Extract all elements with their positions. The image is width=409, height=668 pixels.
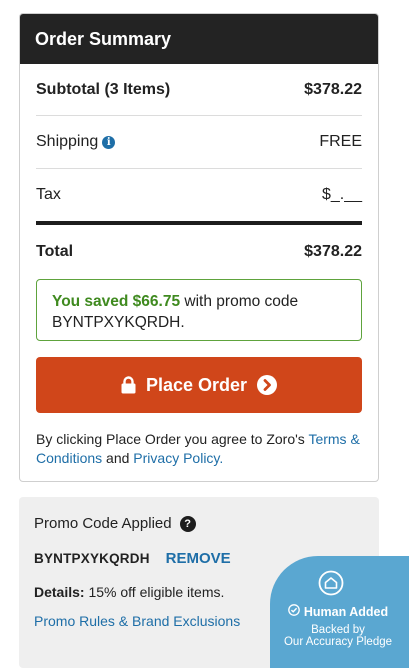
total-label: Total [36,243,74,260]
checkout-page: Order Summary Subtotal (3 Items) $378.22… [0,0,409,668]
privacy-link[interactable]: Privacy Policy. [133,450,223,466]
check-circle-icon [288,604,300,619]
promo-details-label: Details: [34,584,85,600]
shipping-value: FREE [319,133,362,150]
place-order-button[interactable]: Place Order [36,357,362,413]
tax-label: Tax [36,186,61,203]
promo-title: Promo Code Applied ? [34,515,364,532]
human-added-badge[interactable]: Human Added Backed by Our Accuracy Pledg… [270,556,409,668]
subtotal-label: Subtotal (3 Items) [36,80,171,98]
savings-notice: You saved $66.75 with promo code BYNTPXY… [36,279,362,341]
info-icon[interactable]: i [102,135,116,149]
shipping-row: Shipping i FREE [36,116,362,169]
promo-code: BYNTPXYKQRDH [34,551,150,566]
order-summary-header: Order Summary [20,14,378,64]
shipping-label-group: Shipping i [36,133,116,151]
chevron-circle-right-icon [257,375,278,395]
promo-title-text: Promo Code Applied [34,515,172,532]
subtotal-value: $378.22 [304,80,362,98]
badge-title-text: Human Added [303,604,389,619]
lock-icon [121,376,136,394]
house-icon [318,570,344,596]
agreement-prefix: By clicking Place Order you agree to Zor… [36,431,309,447]
promo-rules-link[interactable]: Promo Rules & Brand Exclusions [34,613,240,629]
tax-value: $_.__ [321,186,362,203]
tax-row: Tax $_.__ [36,169,362,221]
promo-details-text: 15% off eligible items. [84,584,225,600]
order-summary-card: Order Summary Subtotal (3 Items) $378.22… [19,13,379,482]
badge-title: Human Added [256,604,409,619]
badge-sub-line1: Backed by [311,624,365,636]
agreement-and: and [102,450,134,466]
order-summary-body: Subtotal (3 Items) $378.22 Shipping i FR… [20,64,378,468]
savings-amount: You saved $66.75 [52,293,181,310]
badge-subtitle: Backed by Our Accuracy Pledge [256,624,409,648]
subtotal-row: Subtotal (3 Items) $378.22 [36,64,362,116]
help-icon[interactable]: ? [179,515,196,532]
total-row: Total $378.22 [36,225,362,279]
badge-sub-line2: Our Accuracy Pledge [283,636,393,648]
remove-promo-button[interactable]: REMOVE [166,550,231,567]
place-order-label: Place Order [145,374,248,395]
shipping-label: Shipping [36,133,99,150]
terms-agreement: By clicking Place Order you agree to Zor… [36,430,362,468]
total-value: $378.22 [304,243,362,260]
